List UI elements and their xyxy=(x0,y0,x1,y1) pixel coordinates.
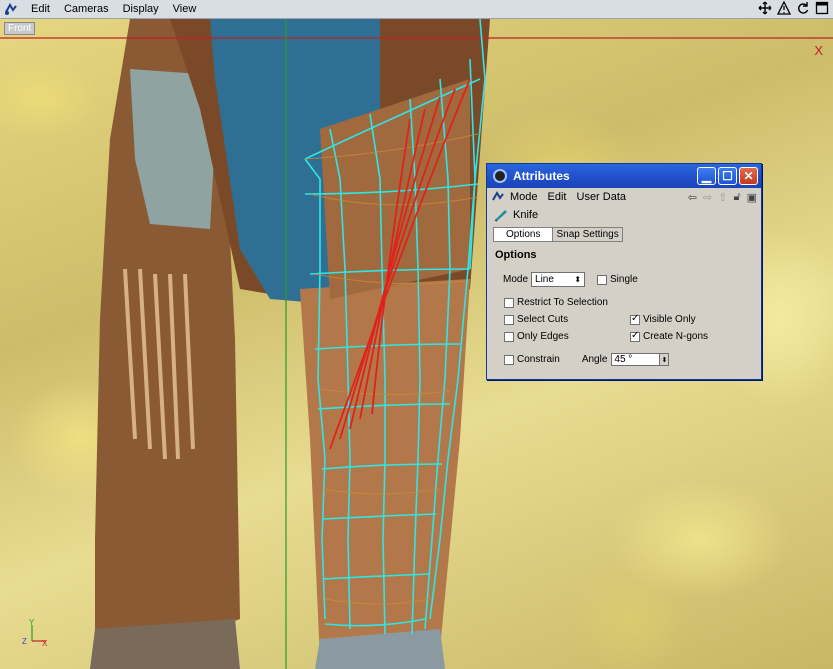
create-ngons-row: Create N-gons xyxy=(630,330,709,342)
lock-icon[interactable]: 🔓︎ xyxy=(733,191,740,204)
tab-options[interactable]: Options xyxy=(493,227,554,242)
only-edges-row: Only Edges xyxy=(504,331,569,342)
tool-logo-icon[interactable] xyxy=(491,191,505,203)
menu-cameras[interactable]: Cameras xyxy=(57,3,116,15)
tool-name: Knife xyxy=(513,209,539,221)
constrain-checkbox[interactable] xyxy=(504,354,514,365)
menu-edit-attr[interactable]: Edit xyxy=(543,191,572,203)
only-edges-checkbox[interactable] xyxy=(504,331,514,342)
mode-value: Line xyxy=(535,274,554,285)
select-cuts-checkbox[interactable] xyxy=(504,314,514,325)
restrict-label: Restrict To Selection xyxy=(517,297,608,308)
back-arrow-icon[interactable]: ⇦ xyxy=(688,191,697,204)
new-panel-icon[interactable]: ▣ xyxy=(747,191,757,204)
close-button[interactable]: ✕ xyxy=(739,167,758,185)
rotate-icon[interactable] xyxy=(796,1,810,15)
axis-gizmo-icon: Y X Z xyxy=(22,619,48,648)
maximize-icon[interactable] xyxy=(815,1,829,15)
only-edges-label: Only Edges xyxy=(517,331,569,342)
visible-only-row: Visible Only xyxy=(630,313,696,325)
section-options-heading: Options xyxy=(495,249,537,261)
angle-value: 45 ° xyxy=(614,354,633,365)
attributes-title: Attributes xyxy=(513,169,570,183)
menu-view[interactable]: View xyxy=(166,3,204,15)
attributes-titlebar[interactable]: Attributes ▁ ☐ ✕ xyxy=(487,164,761,188)
single-label: Single xyxy=(610,274,638,285)
warning-icon[interactable] xyxy=(777,1,791,15)
angle-input[interactable]: 45 ° ⬍ xyxy=(611,353,670,366)
select-cuts-label: Select Cuts xyxy=(517,314,569,325)
up-arrow-icon[interactable]: ⇧ xyxy=(718,191,727,204)
restrict-row: Restrict To Selection xyxy=(504,297,608,308)
spinner-arrows-icon[interactable]: ⬍ xyxy=(659,354,669,365)
axis-x-label: X xyxy=(814,43,823,58)
app-icon xyxy=(493,169,507,183)
visible-only-checkbox[interactable] xyxy=(630,313,640,325)
knife-icon xyxy=(494,210,507,222)
menu-user-data[interactable]: User Data xyxy=(572,191,632,203)
tab-bar: Options Snap Settings xyxy=(493,227,761,242)
svg-text:X: X xyxy=(42,639,48,648)
menu-mode[interactable]: Mode xyxy=(505,191,543,203)
mode-row: Mode Line ⬍ Single xyxy=(503,272,638,287)
mode-select[interactable]: Line ⬍ xyxy=(531,272,586,287)
move-icon[interactable] xyxy=(758,1,772,15)
maximize-button[interactable]: ☐ xyxy=(718,167,737,185)
constrain-row: Constrain Angle 45 ° ⬍ xyxy=(504,353,670,366)
mode-label: Mode xyxy=(503,274,529,285)
create-ngons-checkbox[interactable] xyxy=(630,330,640,342)
angle-label: Angle xyxy=(581,354,608,365)
visible-only-label: Visible Only xyxy=(643,314,696,325)
svg-text:Z: Z xyxy=(22,637,27,646)
attributes-window: Attributes ▁ ☐ ✕ Mode Edit User Data ⇦ ⇨… xyxy=(486,163,762,380)
menu-bar: Edit Cameras Display View xyxy=(0,0,833,19)
menu-display[interactable]: Display xyxy=(116,3,166,15)
tab-snap-settings[interactable]: Snap Settings xyxy=(553,227,623,242)
create-ngons-label: Create N-gons xyxy=(643,331,709,342)
app-logo-icon[interactable] xyxy=(4,2,18,16)
restrict-checkbox[interactable] xyxy=(504,297,514,308)
minimize-button[interactable]: ▁ xyxy=(697,167,716,185)
svg-text:Y: Y xyxy=(29,619,35,627)
viewport-label[interactable]: Front xyxy=(4,22,36,35)
menu-edit[interactable]: Edit xyxy=(24,3,57,15)
constrain-label: Constrain xyxy=(517,354,560,365)
select-arrows-icon: ⬍ xyxy=(574,275,582,284)
forward-arrow-icon[interactable]: ⇨ xyxy=(703,191,712,204)
attributes-menu: Mode Edit User Data ⇦ ⇨ ⇧ 🔓︎ ▣ xyxy=(487,188,761,206)
single-checkbox[interactable] xyxy=(597,274,608,285)
tool-header: Knife xyxy=(487,206,761,224)
select-cuts-row: Select Cuts xyxy=(504,314,568,325)
